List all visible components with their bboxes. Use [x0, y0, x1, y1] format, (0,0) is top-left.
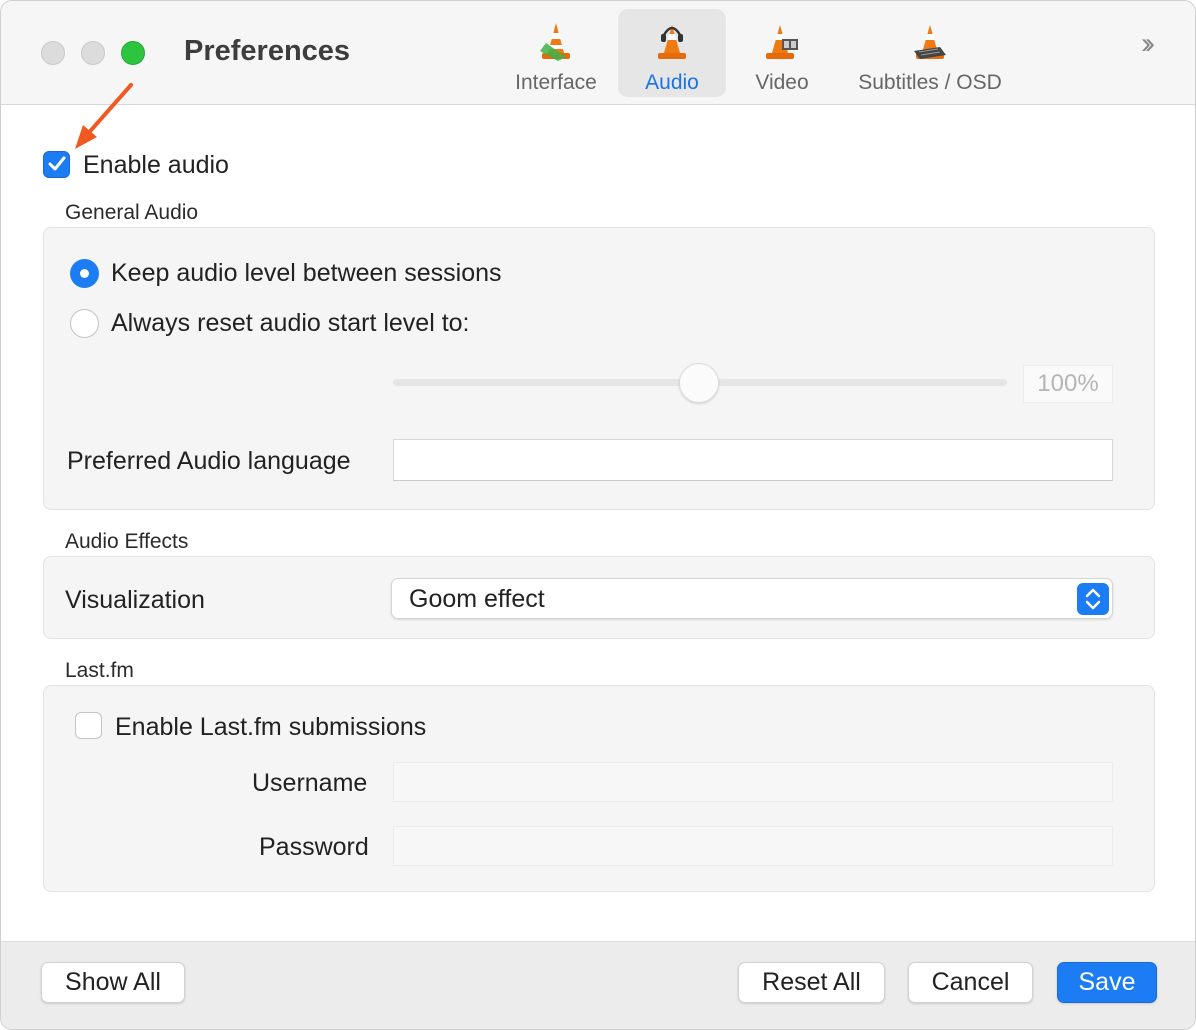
tab-interface-label: Interface [515, 71, 597, 94]
checkmark-icon [48, 156, 66, 171]
reset-audio-level-label: Always reset audio start level to: [111, 309, 470, 337]
cancel-button[interactable]: Cancel [908, 962, 1033, 1003]
keep-audio-level-label: Keep audio level between sessions [111, 259, 502, 287]
visualization-select-value: Goom effect [409, 585, 545, 613]
select-stepper-icon [1077, 583, 1109, 615]
vlc-cone-keyboard-icon [914, 25, 946, 59]
save-button[interactable]: Save [1057, 962, 1157, 1003]
reset-audio-level-radio[interactable] [70, 309, 99, 338]
tab-subtitles-osd[interactable]: Subtitles / OSD [844, 9, 1016, 97]
lastfm-heading: Last.fm [65, 659, 134, 682]
enable-lastfm-label: Enable Last.fm submissions [115, 713, 427, 741]
tab-video[interactable]: Video [739, 9, 825, 97]
tab-audio[interactable]: Audio [618, 9, 726, 97]
audio-start-level-slider-thumb[interactable] [679, 363, 719, 403]
keep-audio-level-radio[interactable] [70, 259, 99, 288]
visualization-label: Visualization [65, 586, 205, 614]
toolbar: Preferences Interface Audio Video Subtit… [1, 1, 1195, 105]
tab-subtitles-osd-label: Subtitles / OSD [858, 71, 1002, 94]
lastfm-password-label: Password [259, 833, 369, 861]
enable-audio-checkbox[interactable] [43, 151, 70, 178]
window-title: Preferences [184, 35, 351, 67]
preferred-audio-language-label: Preferred Audio language [67, 447, 351, 475]
close-window-button[interactable] [41, 41, 65, 65]
reset-all-button[interactable]: Reset All [738, 962, 885, 1003]
more-tabs-chevron-icon[interactable]: ›› [1141, 27, 1155, 61]
show-all-button[interactable]: Show All [41, 962, 185, 1003]
audio-start-level-value: 100% [1023, 365, 1113, 403]
lastfm-username-label: Username [252, 769, 368, 797]
preferred-audio-language-input[interactable] [393, 439, 1113, 481]
annotation-arrow-icon [75, 83, 133, 149]
general-audio-heading: General Audio [65, 201, 199, 224]
visualization-select[interactable]: Goom effect [391, 578, 1113, 619]
enable-audio-label: Enable audio [83, 151, 229, 179]
zoom-window-button[interactable] [121, 41, 145, 65]
lastfm-username-input[interactable] [393, 762, 1113, 802]
tab-interface[interactable]: Interface [503, 9, 609, 97]
vlc-cone-icon [540, 23, 570, 61]
footer-bar: Show All Reset All Cancel Save [1, 941, 1195, 1029]
vlc-cone-headphones-icon [658, 25, 686, 59]
minimize-window-button[interactable] [81, 41, 105, 65]
lastfm-password-input[interactable] [393, 826, 1113, 866]
tab-video-label: Video [755, 71, 809, 94]
vlc-cone-film-icon [766, 25, 798, 59]
tab-audio-label: Audio [645, 71, 699, 94]
enable-lastfm-checkbox[interactable] [75, 712, 102, 739]
preferences-window: Preferences Interface Audio Video Subtit… [0, 0, 1196, 1030]
audio-effects-heading: Audio Effects [65, 530, 189, 553]
